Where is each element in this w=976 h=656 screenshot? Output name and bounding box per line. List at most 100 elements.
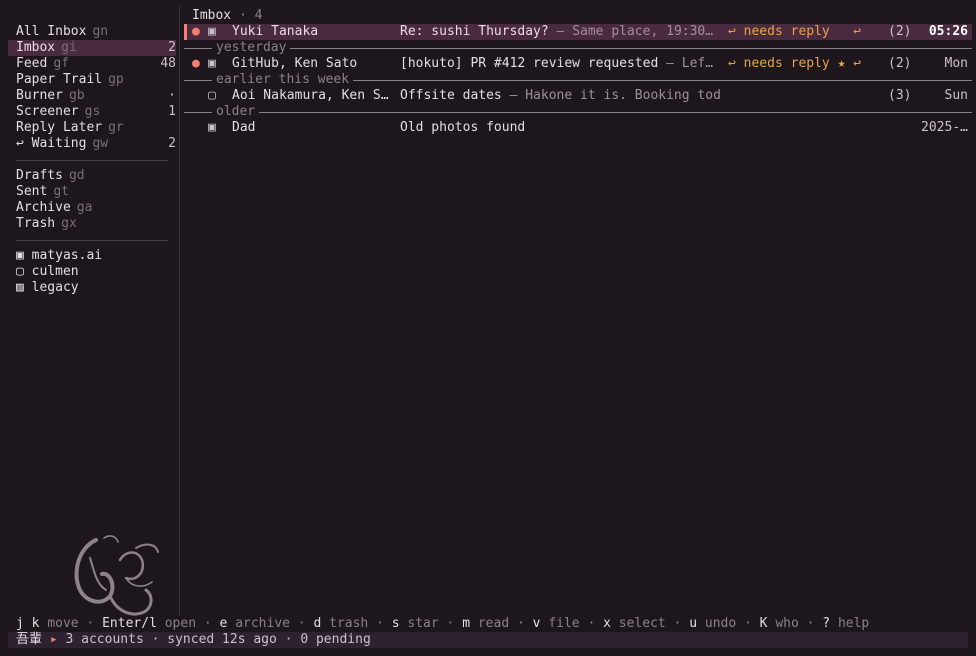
account-icon: ▢ xyxy=(16,264,24,279)
sidebar-account-legacy[interactable]: ▨ legacy xyxy=(8,280,176,296)
sidebar: All Inbox gn Imbox gi 2 Feed gf 48 Paper Tr… xyxy=(0,0,180,616)
pending-count: 0 pending xyxy=(300,632,371,647)
key-action: archive xyxy=(235,616,290,631)
sidebar-item-trash[interactable]: Trash gx xyxy=(8,216,176,232)
sidebar-item-label: Paper Trail xyxy=(16,72,103,87)
sidebar-divider xyxy=(16,160,168,161)
unread-count: 2 xyxy=(168,136,176,151)
shortcut-hint: gs xyxy=(84,104,101,119)
accounts-count: 3 accounts xyxy=(65,632,144,647)
shortcut-hint: gf xyxy=(53,56,69,71)
star-icon: ★ xyxy=(837,56,846,71)
sidebar-item-archive[interactable]: Archive ga xyxy=(8,200,176,216)
sidebar-item-all-inbox[interactable]: All Inbox gn xyxy=(8,24,176,40)
message-from: Aoi Nakamura, Ken S… xyxy=(232,88,389,103)
group-label: older xyxy=(212,104,260,120)
group-label: yesterday xyxy=(212,40,291,56)
sidebar-item-imbox[interactable]: Imbox gi 2 xyxy=(8,40,176,56)
sidebar-item-label: Sent xyxy=(16,184,48,199)
message-row[interactable]: ▣ Dad Old photos found 2025-… xyxy=(184,120,972,136)
group-divider: earlier this week xyxy=(184,72,972,88)
sidebar-item-label: ↩ Waiting xyxy=(16,136,87,151)
key-action: who xyxy=(775,616,799,631)
message-date: Sun xyxy=(944,88,968,103)
key-hint: j k xyxy=(16,616,40,631)
shortcut-hint: gw xyxy=(92,136,109,151)
thread-count: (2) xyxy=(888,24,912,39)
message-date: 2025-… xyxy=(921,120,968,135)
selection-marker xyxy=(184,24,187,40)
key-action: help xyxy=(837,616,870,631)
sidebar-item-paper-trail[interactable]: Paper Trail gp xyxy=(8,72,176,88)
group-label: earlier this week xyxy=(212,72,354,88)
reply-arrow-icon: ↩ xyxy=(853,56,862,71)
message-subject: [hokuto] PR #412 review requested xyxy=(400,56,659,71)
account-name: legacy xyxy=(31,280,79,295)
sidebar-account-matyas[interactable]: ▣ matyas.ai xyxy=(8,248,176,264)
key-action: trash xyxy=(329,616,369,631)
shortcut-hint: gd xyxy=(68,168,85,183)
account-icon: ▣ xyxy=(16,248,24,263)
thread-count: (3) xyxy=(888,88,912,103)
unread-count: 48 xyxy=(160,56,176,71)
sidebar-item-screener[interactable]: Screener gs 1 xyxy=(8,104,176,120)
sidebar-item-label: Drafts xyxy=(16,168,63,183)
message-row[interactable]: ● ▣ Yuki Tanaka Re: sushi Thursday? — Sa… xyxy=(184,24,972,40)
sidebar-item-label: Burner xyxy=(16,88,63,103)
message-list: Imbox · 4 ● ▣ Yuki Tanaka Re: sushi Thur… xyxy=(180,0,976,616)
sidebar-item-burner[interactable]: Burner gb · xyxy=(8,88,176,104)
key-hint: s xyxy=(391,616,400,631)
status-bar: 吾輩 ▸ 3 accounts · synced 12s ago · 0 pen… xyxy=(8,632,968,648)
account-icon: ▣ xyxy=(208,24,216,39)
key-hint: e xyxy=(219,616,228,631)
key-action: file xyxy=(548,616,580,631)
sidebar-item-sent[interactable]: Sent gt xyxy=(8,184,176,200)
thread-count: (2) xyxy=(888,56,912,71)
unread-dot-icon: ● xyxy=(192,24,200,39)
key-action: read xyxy=(477,616,510,631)
key-hint: K xyxy=(759,616,768,631)
shortcut-hint: gn xyxy=(92,24,109,39)
message-date: 05:26 xyxy=(928,24,968,39)
message-from: GitHub, Ken Sato xyxy=(232,56,358,71)
message-preview: — Hakone it is. Booking today. xyxy=(509,88,720,103)
unread-count: 1 xyxy=(168,104,176,119)
key-hint: Enter/l xyxy=(102,616,157,631)
reply-arrow-icon: ↩ xyxy=(853,24,862,39)
key-action: star xyxy=(407,616,439,631)
shortcut-hint: gr xyxy=(108,120,124,135)
sidebar-item-feed[interactable]: Feed gf 48 xyxy=(8,56,176,72)
account-icon: ▢ xyxy=(208,88,216,103)
group-divider: older xyxy=(184,104,972,120)
group-divider: yesterday xyxy=(184,40,972,56)
message-subject: Old photos found xyxy=(400,120,526,135)
key-action: select xyxy=(618,616,666,631)
message-preview: — Lef… xyxy=(658,56,714,71)
shortcut-hint: gi xyxy=(61,40,77,55)
message-row[interactable]: ● ▣ GitHub, Ken Sato [hokuto] PR #412 re… xyxy=(184,56,972,72)
sidebar-item-reply-later[interactable]: Reply Later gr xyxy=(8,120,176,136)
account-name: culmen xyxy=(31,264,79,279)
key-action: move xyxy=(47,616,79,631)
message-preview: — Same place, 19:30… xyxy=(548,24,714,39)
key-action: undo xyxy=(704,616,737,631)
account-icon: ▨ xyxy=(16,280,24,295)
sidebar-item-drafts[interactable]: Drafts gd xyxy=(8,168,176,184)
message-date: Mon xyxy=(944,56,968,71)
unread-count: · xyxy=(168,88,176,103)
sidebar-item-label: Screener xyxy=(16,104,79,119)
shortcut-hint: gp xyxy=(108,72,124,87)
sidebar-account-culmen[interactable]: ▢ culmen xyxy=(8,264,176,280)
sidebar-item-label: Trash xyxy=(16,216,56,231)
sidebar-item-waiting[interactable]: ↩ Waiting gw 2 xyxy=(8,136,176,152)
key-hint: ? xyxy=(822,616,831,631)
mailbox-title: Imbox xyxy=(192,8,232,23)
shortcut-hint: gb xyxy=(68,88,85,103)
message-subject: Re: sushi Thursday? xyxy=(400,24,549,39)
mailbox-count: 4 xyxy=(254,8,263,23)
key-hint: u xyxy=(689,616,698,631)
message-from: Yuki Tanaka xyxy=(232,24,319,39)
message-row[interactable]: ▢ Aoi Nakamura, Ken S… Offsite dates — H… xyxy=(184,88,972,104)
needs-reply-tag: ↩ needs reply xyxy=(728,24,830,39)
key-hint: x xyxy=(603,616,611,631)
